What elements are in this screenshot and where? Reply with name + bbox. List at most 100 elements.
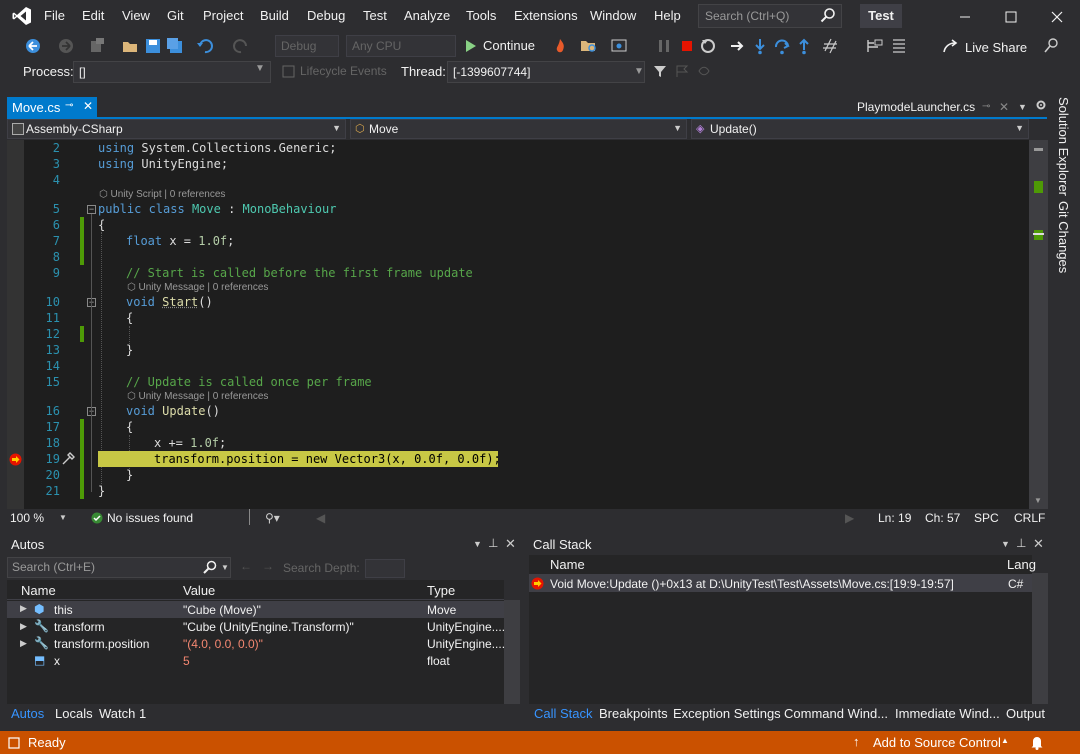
codelens-start[interactable]: ⬡ Unity Message | 0 references bbox=[127, 282, 268, 293]
tab-list-chevron-icon[interactable]: ▼ bbox=[1018, 102, 1027, 112]
notifications-bell-icon[interactable] bbox=[1030, 735, 1044, 750]
git-changes-tab[interactable]: Git Changes bbox=[1056, 201, 1071, 273]
live-share-button[interactable]: Live Share bbox=[965, 40, 1027, 55]
collapse-toggle-icon[interactable]: − bbox=[87, 205, 96, 214]
add-to-source-control-button[interactable]: Add to Source Control bbox=[873, 735, 1001, 750]
row-value[interactable]: "Cube (UnityEngine.Transform)" bbox=[183, 620, 354, 634]
live-share-icon[interactable] bbox=[942, 37, 960, 55]
column-value[interactable]: Value bbox=[183, 583, 215, 598]
tab-close-icon[interactable]: ✕ bbox=[83, 99, 93, 113]
autos-search-input[interactable]: Search (Ctrl+E) bbox=[7, 557, 231, 578]
type-dropdown[interactable]: ⬡ Move ▼ bbox=[350, 119, 687, 139]
flag-threads-icon[interactable] bbox=[675, 64, 689, 78]
minimize-icon[interactable] bbox=[958, 10, 972, 24]
tab-exception-settings[interactable]: Exception Settings bbox=[673, 706, 781, 721]
row-value-changed[interactable]: "(4.0, 0.0, 0.0)" bbox=[183, 637, 263, 651]
lifecycle-events-icon[interactable] bbox=[282, 65, 295, 78]
new-project-icon[interactable] bbox=[88, 37, 106, 55]
step-into-icon[interactable] bbox=[751, 37, 769, 55]
menu-file[interactable]: File bbox=[44, 8, 65, 23]
window-menu-icon[interactable]: ▼ bbox=[473, 539, 482, 549]
column-name[interactable]: Name bbox=[550, 557, 585, 572]
member-dropdown[interactable]: ◈ Update() ▼ bbox=[691, 119, 1029, 139]
tab-locals[interactable]: Locals bbox=[55, 706, 93, 721]
run-to-cursor-icon[interactable] bbox=[60, 451, 76, 467]
thread-window-icon[interactable] bbox=[866, 37, 884, 55]
chevron-down-icon[interactable]: ▼ bbox=[221, 563, 229, 572]
find-in-files-icon[interactable] bbox=[580, 37, 598, 55]
line-indicator[interactable]: Ln: 19 bbox=[878, 511, 911, 525]
menu-analyze[interactable]: Analyze bbox=[404, 8, 450, 23]
scroll-thumb[interactable] bbox=[1033, 233, 1044, 235]
break-all-icon[interactable] bbox=[655, 37, 673, 55]
close-pane-icon[interactable]: ✕ bbox=[505, 536, 516, 552]
save-all-icon[interactable] bbox=[166, 37, 184, 55]
settings-gear-icon[interactable] bbox=[1035, 99, 1047, 111]
process-dropdown[interactable]: [] bbox=[73, 61, 271, 83]
undo-icon[interactable] bbox=[196, 37, 214, 55]
menu-test[interactable]: Test bbox=[363, 8, 387, 23]
tab-command-window[interactable]: Command Wind... bbox=[784, 706, 888, 721]
platform-dropdown[interactable]: Any CPU bbox=[346, 35, 456, 57]
menu-edit[interactable]: Edit bbox=[82, 8, 104, 23]
chevron-up-icon[interactable]: ▲ bbox=[1001, 736, 1009, 745]
close-pane-icon[interactable]: ✕ bbox=[1033, 536, 1044, 552]
navigate-forward-icon[interactable] bbox=[57, 37, 75, 55]
menu-tools[interactable]: Tools bbox=[466, 8, 496, 23]
menu-extensions[interactable]: Extensions bbox=[514, 8, 578, 23]
column-indicator[interactable]: Ch: 57 bbox=[925, 511, 960, 525]
spacing-indicator[interactable]: SPC bbox=[974, 511, 999, 525]
pin-icon[interactable]: ⊸ bbox=[982, 101, 990, 112]
save-icon[interactable] bbox=[144, 37, 162, 55]
column-name[interactable]: Name bbox=[21, 583, 56, 598]
autos-scrollbar[interactable] bbox=[504, 600, 520, 704]
project-dropdown[interactable]: Assembly-CSharp ▼ bbox=[7, 119, 346, 139]
tab-close-icon[interactable]: ✕ bbox=[999, 100, 1009, 114]
column-language[interactable]: Lang bbox=[1007, 557, 1036, 572]
close-icon[interactable] bbox=[1050, 10, 1064, 24]
maximize-icon[interactable] bbox=[1004, 10, 1018, 24]
arrow-up-icon[interactable]: ↑ bbox=[853, 734, 860, 749]
window-menu-icon[interactable]: ▼ bbox=[1001, 539, 1010, 549]
tab-output[interactable]: Output bbox=[1006, 706, 1045, 721]
search-depth-dropdown[interactable] bbox=[365, 559, 405, 578]
tab-breakpoints[interactable]: Breakpoints bbox=[599, 706, 668, 721]
menu-debug[interactable]: Debug bbox=[307, 8, 345, 23]
menu-window[interactable]: Window bbox=[590, 8, 636, 23]
redo-icon[interactable] bbox=[232, 37, 250, 55]
continue-play-icon[interactable] bbox=[464, 39, 478, 53]
expand-chevron-icon[interactable]: ▶ bbox=[20, 603, 27, 614]
menu-git[interactable]: Git bbox=[167, 8, 184, 23]
issues-status[interactable]: No issues found bbox=[107, 511, 193, 525]
menu-project[interactable]: Project bbox=[203, 8, 243, 23]
editor-scrollbar[interactable] bbox=[1029, 140, 1048, 509]
tab-immediate-window[interactable]: Immediate Wind... bbox=[895, 706, 1000, 721]
step-over-icon[interactable] bbox=[773, 37, 791, 55]
line-ending-indicator[interactable]: CRLF bbox=[1014, 511, 1045, 525]
search-icon[interactable] bbox=[203, 560, 217, 574]
tab-move-cs[interactable]: Move.cs ⊸ ✕ bbox=[7, 97, 97, 118]
row-value[interactable]: "Cube (Move)" bbox=[183, 603, 261, 617]
tab-playmode-launcher[interactable]: PlaymodeLauncher.cs bbox=[857, 100, 975, 114]
scroll-left-icon[interactable]: ◀ bbox=[316, 511, 325, 525]
call-stack-scrollbar[interactable] bbox=[1032, 573, 1048, 704]
stop-debugging-icon[interactable] bbox=[678, 37, 696, 55]
zoom-level[interactable]: 100 % bbox=[10, 511, 44, 525]
browser-link-icon[interactable] bbox=[610, 37, 628, 55]
hot-reload-icon[interactable] bbox=[551, 37, 569, 55]
search-previous-icon[interactable]: ← bbox=[240, 559, 252, 573]
codelens-update[interactable]: ⬡ Unity Message | 0 references bbox=[127, 391, 268, 402]
search-next-icon[interactable]: → bbox=[262, 559, 274, 573]
code-cleanup-icon[interactable]: ⚲▾ bbox=[265, 511, 280, 525]
show-flagged-icon[interactable] bbox=[697, 64, 711, 78]
show-next-statement-icon[interactable] bbox=[729, 37, 747, 55]
lifecycle-events-dropdown[interactable]: Lifecycle Events bbox=[300, 64, 387, 78]
solution-explorer-tab[interactable]: Solution Explorer bbox=[1056, 97, 1071, 196]
pin-icon[interactable]: ⊥ bbox=[1016, 536, 1026, 550]
toggle-comment-icon[interactable] bbox=[890, 37, 908, 55]
chevron-down-icon[interactable]: ▼ bbox=[59, 513, 67, 522]
scroll-up-icon[interactable] bbox=[1034, 148, 1043, 151]
tab-watch-1[interactable]: Watch 1 bbox=[99, 706, 146, 721]
codelens-class[interactable]: ⬡ Unity Script | 0 references bbox=[99, 189, 225, 200]
scroll-down-icon[interactable]: ▼ bbox=[1034, 496, 1042, 505]
